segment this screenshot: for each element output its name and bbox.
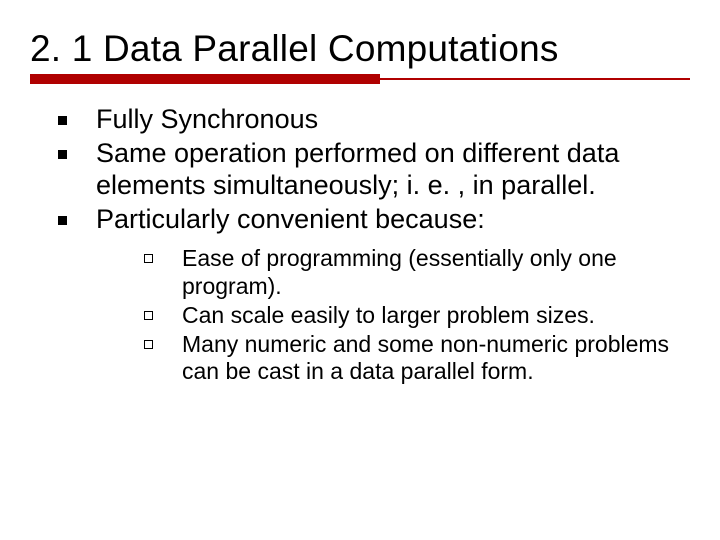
slide: 2. 1 Data Parallel Computations Fully Sy… [0, 0, 720, 540]
bullet-text: Many numeric and some non-numeric proble… [182, 331, 669, 384]
list-item: Same operation performed on different da… [58, 138, 690, 202]
bullet-text: Ease of programming (essentially only on… [182, 245, 617, 298]
bullet-text: Fully Synchronous [96, 104, 318, 134]
list-item: Fully Synchronous [58, 104, 690, 136]
bullet-list: Fully Synchronous Same operation perform… [58, 104, 690, 385]
bullet-text: Can scale easily to larger problem sizes… [182, 302, 595, 328]
list-item: Particularly convenient because: Ease of… [58, 204, 690, 385]
slide-title: 2. 1 Data Parallel Computations [30, 28, 690, 70]
list-item: Many numeric and some non-numeric proble… [144, 331, 690, 385]
bullet-text: Same operation performed on different da… [96, 138, 619, 200]
list-item: Can scale easily to larger problem sizes… [144, 302, 690, 329]
sub-bullet-list: Ease of programming (essentially only on… [144, 245, 690, 385]
bullet-text: Particularly convenient because: [96, 204, 485, 234]
title-rule [30, 74, 690, 86]
list-item: Ease of programming (essentially only on… [144, 245, 690, 299]
